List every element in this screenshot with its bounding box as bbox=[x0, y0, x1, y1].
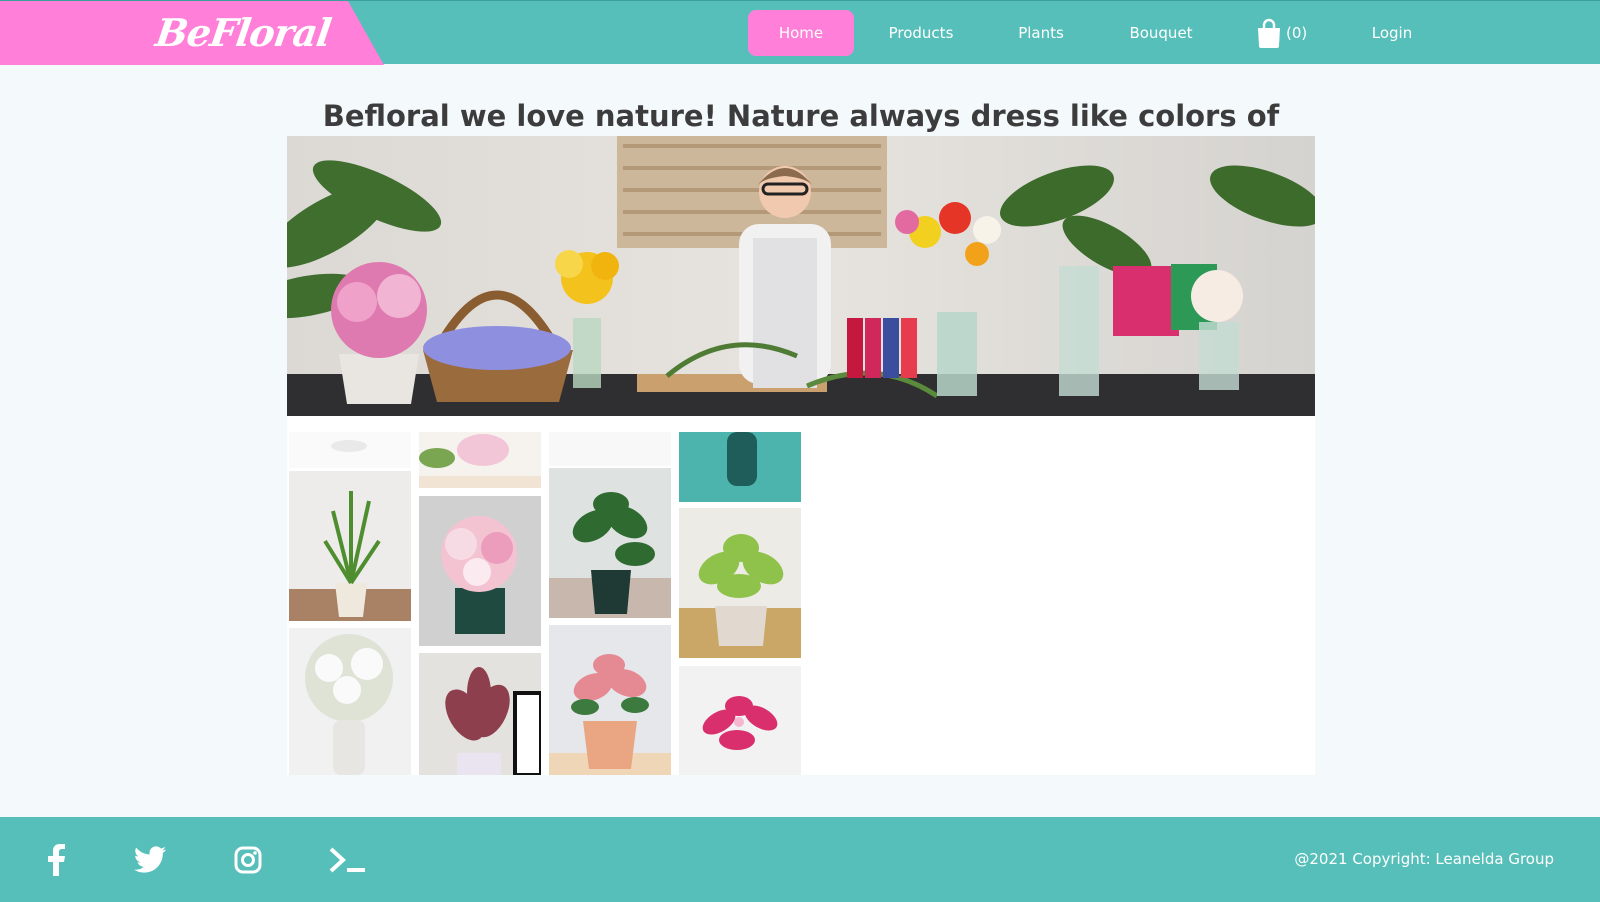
gallery-image[interactable] bbox=[419, 653, 541, 775]
nav-item-products[interactable]: Products bbox=[870, 10, 972, 56]
site-footer: @2021 Copyright: Leanelda Group bbox=[0, 817, 1600, 902]
gallery-image[interactable] bbox=[679, 666, 801, 775]
gallery-image[interactable] bbox=[549, 432, 671, 466]
gallery-image[interactable] bbox=[289, 471, 411, 621]
terminal-icon[interactable] bbox=[326, 841, 370, 879]
hero-image bbox=[287, 136, 1315, 416]
nav-item-plants[interactable]: Plants bbox=[998, 10, 1084, 56]
shopping-bag-icon bbox=[1256, 18, 1282, 48]
site-header: BeFloral Home Products Plants Bouquet (0… bbox=[0, 0, 1600, 65]
product-gallery bbox=[287, 416, 1315, 775]
gallery-image[interactable] bbox=[289, 432, 411, 468]
instagram-icon[interactable] bbox=[226, 841, 270, 879]
gallery-image[interactable] bbox=[549, 468, 671, 618]
gallery-image[interactable] bbox=[289, 628, 411, 775]
twitter-icon[interactable] bbox=[128, 841, 172, 879]
gallery-image[interactable] bbox=[419, 432, 541, 488]
main-nav: Home Products Plants Bouquet (0) Login bbox=[0, 10, 1600, 56]
nav-item-login[interactable]: Login bbox=[1362, 10, 1422, 56]
gallery-image[interactable] bbox=[679, 508, 801, 658]
gallery-image[interactable] bbox=[549, 625, 671, 775]
page-headline: Befloral we love nature! Nature always d… bbox=[322, 99, 1280, 181]
gallery-image[interactable] bbox=[419, 496, 541, 646]
cart-button[interactable]: (0) bbox=[1256, 10, 1307, 56]
nav-item-bouquet[interactable]: Bouquet bbox=[1116, 10, 1206, 56]
facebook-icon[interactable] bbox=[34, 841, 78, 879]
nav-item-home[interactable]: Home bbox=[748, 10, 854, 56]
gallery-image[interactable] bbox=[679, 432, 801, 502]
copyright-text: @2021 Copyright: Leanelda Group bbox=[1294, 850, 1554, 868]
cart-count: (0) bbox=[1286, 24, 1308, 42]
